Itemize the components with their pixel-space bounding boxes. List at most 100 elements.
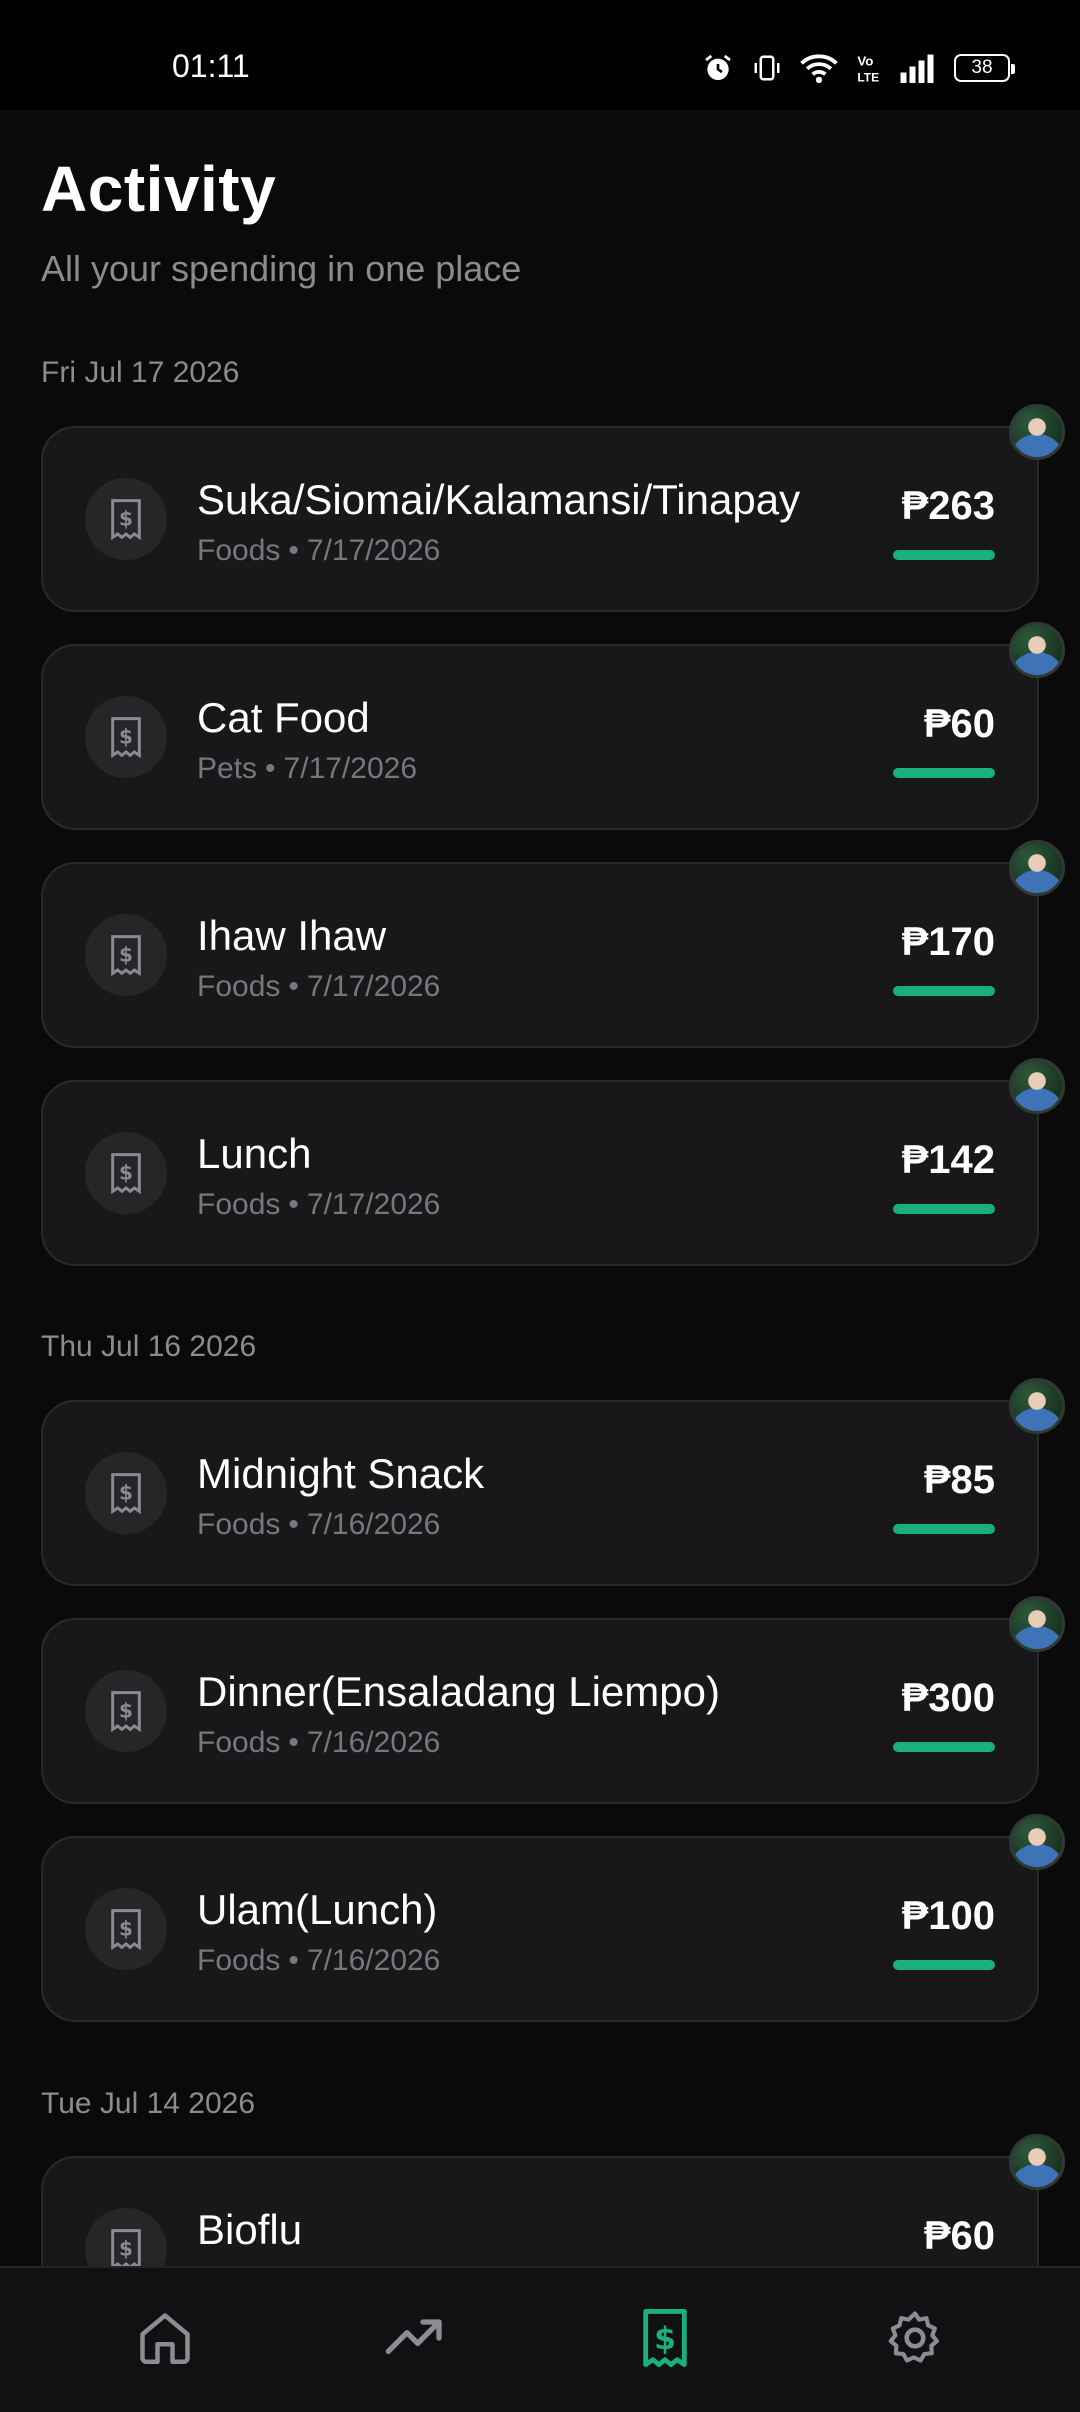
expense-card[interactable]: $ Ulam(Lunch) Foods • 7/16/2026 ₱100 — [41, 1814, 1065, 2022]
svg-text:$: $ — [119, 725, 133, 749]
expense-amount: ₱60 — [923, 702, 995, 746]
expense-title: Ulam(Lunch) — [197, 1886, 438, 1933]
status-bar: 01:11 Vo LTE 38 — [0, 0, 1080, 110]
expense-amount: ₱60 — [923, 2214, 995, 2258]
avatar — [1009, 1058, 1065, 1114]
gear-icon — [888, 2311, 940, 2363]
meta-separator: • — [288, 1726, 299, 1759]
expense-category: Foods — [197, 1944, 281, 1977]
expense-date: 7/17/2026 — [306, 534, 441, 567]
amount-bar — [893, 550, 995, 560]
receipt-icon: $ — [85, 914, 167, 996]
expense-amount: ₱142 — [901, 1138, 995, 1182]
signal-icon — [900, 54, 934, 83]
avatar — [1009, 622, 1065, 678]
expense-card[interactable]: $ Ihaw Ihaw Foods • 7/17/2026 ₱170 — [41, 840, 1065, 1048]
svg-text:$: $ — [119, 507, 133, 531]
svg-text:$: $ — [119, 1161, 133, 1185]
expense-meta: Foods • 7/16/2026 — [197, 1508, 440, 1542]
avatar — [1009, 404, 1065, 460]
expense-meta: Foods • 7/16/2026 — [197, 1944, 440, 1978]
expense-date: 7/17/2026 — [283, 752, 418, 785]
expense-title: Cat Food — [197, 694, 370, 741]
avatar — [1009, 1814, 1065, 1870]
nav-settings[interactable] — [879, 2302, 951, 2374]
svg-text:$: $ — [119, 943, 133, 967]
meta-separator: • — [288, 1508, 299, 1541]
svg-text:$: $ — [119, 1481, 133, 1505]
svg-text:$: $ — [654, 2321, 676, 2357]
expense-title: Midnight Snack — [197, 1450, 485, 1497]
nav-trends[interactable] — [379, 2302, 451, 2374]
trending-up-icon — [385, 2319, 442, 2354]
expense-meta: Pets • 7/17/2026 — [197, 752, 417, 786]
svg-text:$: $ — [119, 1917, 133, 1941]
date-heading: Tue Jul 14 2026 — [41, 2087, 256, 2120]
amount-bar — [893, 1524, 995, 1534]
svg-text:$: $ — [119, 2237, 133, 2261]
avatar — [1009, 840, 1065, 896]
amount-bar — [893, 768, 995, 778]
expense-amount: ₱300 — [901, 1676, 995, 1720]
volte-icon: Vo LTE — [857, 53, 879, 84]
page-subtitle: All your spending in one place — [41, 248, 522, 289]
date-heading: Fri Jul 17 2026 — [41, 356, 240, 389]
receipt-icon: $ — [85, 1888, 167, 1970]
bottom-nav: $ — [0, 2266, 1080, 2412]
date-heading: Thu Jul 16 2026 — [41, 1330, 257, 1363]
home-icon — [140, 2313, 190, 2364]
battery-icon: 38 — [954, 54, 1015, 82]
expense-amount: ₱263 — [901, 484, 995, 528]
expense-category: Foods — [197, 1508, 281, 1541]
meta-separator: • — [288, 1944, 299, 1977]
wifi-icon — [800, 54, 838, 84]
expense-title: Dinner(Ensaladang Liempo) — [197, 1668, 720, 1715]
receipt-icon: $ — [85, 478, 167, 560]
battery-level: 38 — [971, 57, 993, 78]
receipt-icon: $ — [85, 696, 167, 778]
nav-activity[interactable]: $ — [629, 2302, 701, 2374]
expense-card[interactable]: $ Cat Food Pets • 7/17/2026 ₱60 — [41, 622, 1065, 830]
expense-date: 7/16/2026 — [306, 1726, 441, 1759]
expense-meta: Foods • 7/17/2026 — [197, 970, 440, 1004]
svg-text:Vo: Vo — [857, 53, 873, 68]
expense-card[interactable]: $ Suka/Siomai/Kalamansi/Tinapay Foods • 7/… — [41, 404, 1065, 612]
expense-category: Pets — [197, 752, 258, 785]
amount-bar — [893, 1960, 995, 1970]
expense-amount: ₱85 — [923, 1458, 995, 1502]
vibrate-icon — [754, 55, 780, 81]
receipt-icon: $ — [85, 1132, 167, 1214]
receipt-dollar-icon: $ — [643, 2309, 687, 2367]
meta-separator: • — [288, 1188, 299, 1221]
expense-amount: ₱100 — [901, 1894, 995, 1938]
expense-title: Lunch — [197, 1130, 312, 1177]
meta-separator: • — [288, 970, 299, 1003]
svg-text:LTE: LTE — [857, 70, 879, 84]
page-header: Activity All your spending in one place — [41, 152, 521, 290]
expense-title: Ihaw Ihaw — [197, 912, 387, 959]
nav-home[interactable] — [129, 2302, 201, 2374]
amount-bar — [893, 986, 995, 996]
avatar — [1009, 1596, 1065, 1652]
expense-card[interactable]: $ Dinner(Ensaladang Liempo) Foods • 7/16/2… — [41, 1596, 1065, 1804]
svg-text:$: $ — [119, 1699, 133, 1723]
expense-date: 7/16/2026 — [306, 1508, 441, 1541]
receipt-icon: $ — [85, 1670, 167, 1752]
expense-date: 7/17/2026 — [306, 970, 441, 1003]
expense-meta: Foods • 7/17/2026 — [197, 1188, 440, 1222]
avatar — [1009, 2134, 1065, 2190]
amount-bar — [893, 1204, 995, 1214]
expense-meta: Foods • 7/17/2026 — [197, 534, 440, 568]
status-icons: Vo LTE 38 — [702, 48, 1015, 88]
alarm-icon — [705, 54, 731, 80]
page-title: Activity — [41, 153, 277, 225]
expense-card[interactable]: $ Midnight Snack Foods • 7/16/2026 ₱85 — [41, 1378, 1065, 1586]
meta-separator: • — [288, 534, 299, 567]
expense-title: Suka/Siomai/Kalamansi/Tinapay — [197, 476, 801, 523]
expense-category: Foods — [197, 970, 281, 1003]
expense-date: 7/17/2026 — [306, 1188, 441, 1221]
expense-meta: Foods • 7/16/2026 — [197, 1726, 440, 1760]
receipt-icon: $ — [85, 1452, 167, 1534]
expense-card[interactable]: $ Lunch Foods • 7/17/2026 ₱142 — [41, 1058, 1065, 1266]
expense-title: Bioflu — [197, 2206, 303, 2253]
